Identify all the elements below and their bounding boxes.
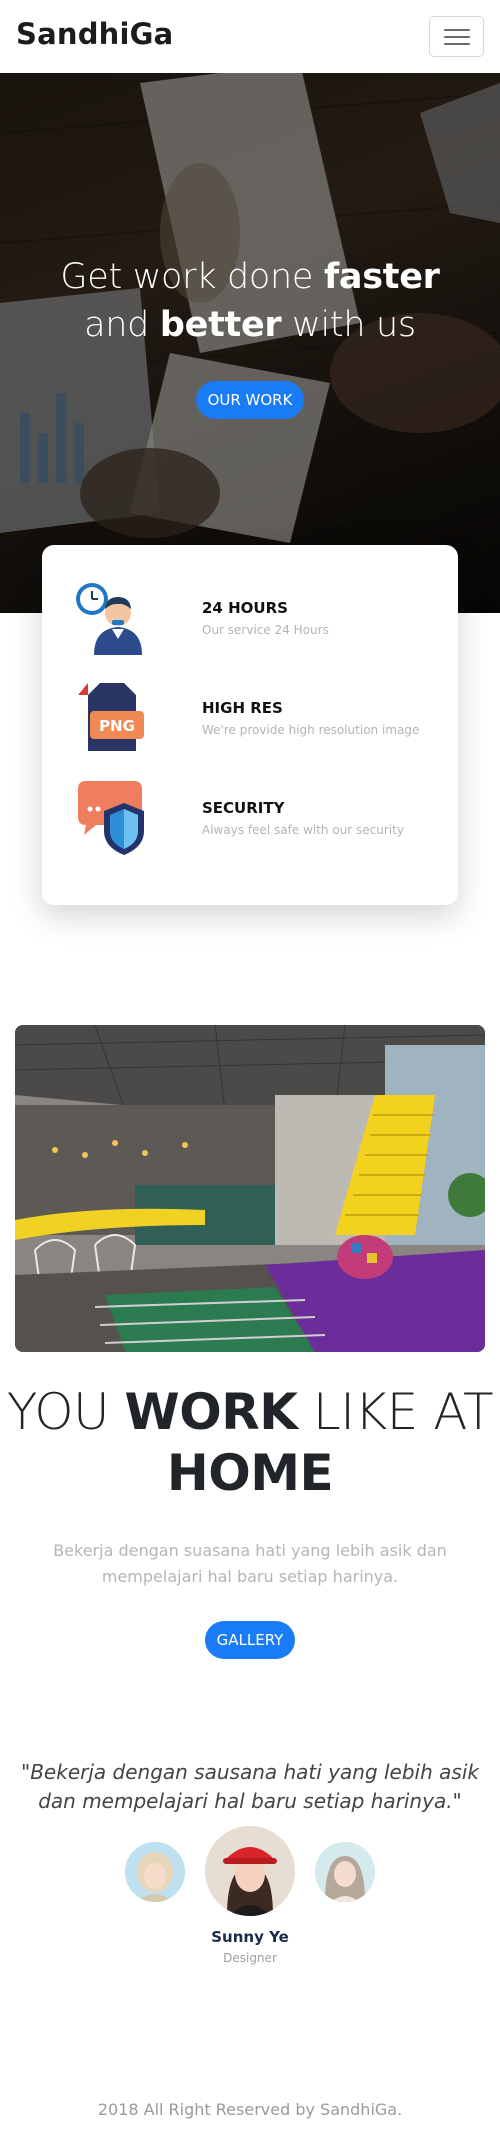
work-description: Bekerja dengan suasana hati yang lebih a… — [53, 1541, 447, 1586]
office-photo-image — [15, 1025, 485, 1352]
work-title-text: LIKE AT — [297, 1383, 494, 1441]
clock-agent-icon — [76, 583, 142, 655]
avatar-selected[interactable] — [205, 1826, 295, 1916]
office-photo — [15, 1025, 485, 1352]
avatar[interactable] — [315, 1842, 375, 1902]
hero-section: Get work done faster and better with us … — [0, 73, 500, 613]
hamburger-icon — [444, 36, 470, 38]
work-section-title: YOU WORK LIKE AT HOME — [0, 1382, 500, 1504]
hamburger-icon — [444, 29, 470, 31]
gallery-button[interactable]: GALLERY — [205, 1621, 295, 1659]
avatar-image — [315, 1842, 375, 1902]
feature-item: PNG HIGH RES We're provide high resoluti… — [72, 677, 432, 757]
brand-logo[interactable]: SandhiGa — [16, 17, 173, 51]
feature-title: SECURITY — [202, 799, 285, 817]
feature-title: HIGH RES — [202, 699, 283, 717]
hero-title-text: and — [84, 305, 160, 345]
work-title-emphasis: WORK — [124, 1383, 298, 1441]
avatar[interactable] — [125, 1842, 185, 1902]
feature-title: 24 HOURS — [202, 599, 288, 617]
png-file-icon: PNG — [78, 683, 144, 751]
feature-description: Always feel safe with our security — [202, 823, 404, 837]
feature-item: 24 HOURS Our service 24 Hours — [72, 577, 432, 657]
testimonial-quote: "Bekerja dengan sausana hati yang lebih … — [21, 1760, 479, 1813]
avatar-image — [205, 1826, 295, 1916]
feature-description: We're provide high resolution image — [202, 723, 420, 737]
features-card: 24 HOURS Our service 24 Hours PNG HIGH R… — [42, 545, 458, 905]
hero-title-emphasis: faster — [324, 257, 440, 297]
hero-title-text: with us — [281, 305, 416, 345]
work-title-emphasis: HOME — [166, 1444, 334, 1502]
png-label: PNG — [99, 717, 135, 735]
chat-shield-icon — [78, 781, 144, 855]
hero-title: Get work done faster and better with us — [0, 253, 500, 349]
testimonial-name: Sunny Ye — [211, 1928, 289, 1946]
hero-title-emphasis: better — [159, 305, 282, 345]
avatar-image — [125, 1842, 185, 1902]
footer-copyright: 2018 All Right Reserved by SandhiGa. — [97, 2100, 403, 2119]
feature-description: Our service 24 Hours — [202, 623, 329, 637]
testimonial-role: Designer — [223, 1951, 277, 1965]
hamburger-icon — [444, 43, 470, 45]
work-title-text: YOU — [6, 1383, 125, 1441]
our-work-button[interactable]: OUR WORK — [196, 381, 304, 419]
navbar: SandhiGa — [0, 0, 500, 73]
menu-toggle-button[interactable] — [429, 16, 484, 57]
feature-item: SECURITY Always feel safe with our secur… — [72, 777, 432, 857]
hero-title-text: Get work done — [60, 257, 324, 297]
